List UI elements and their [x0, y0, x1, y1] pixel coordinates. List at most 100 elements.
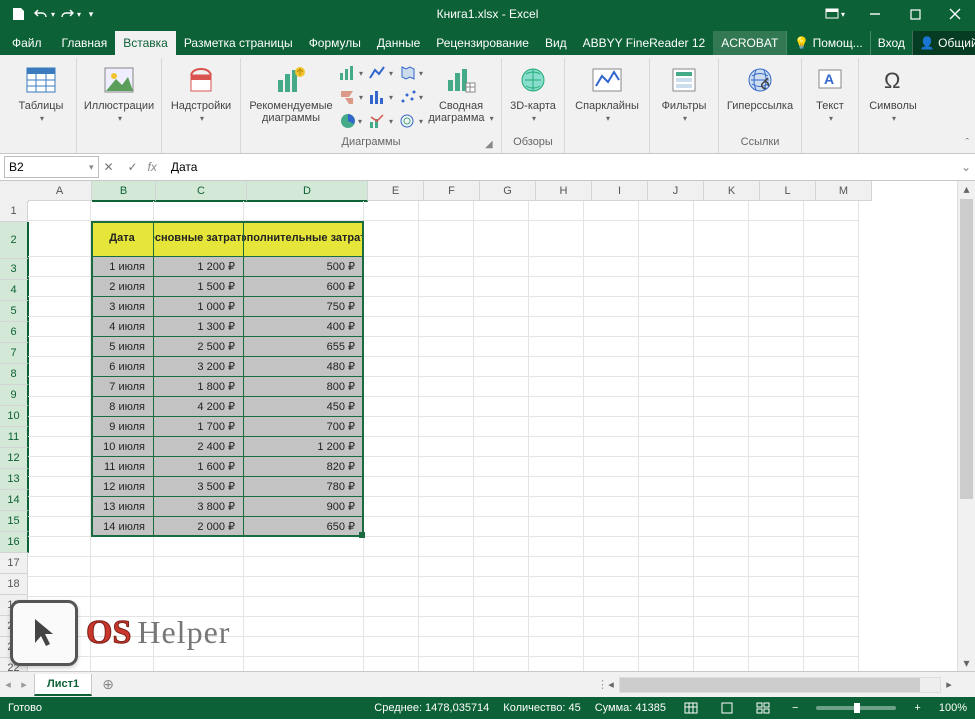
- cell[interactable]: [584, 437, 639, 457]
- cell[interactable]: [639, 297, 694, 317]
- cell[interactable]: [639, 357, 694, 377]
- cell[interactable]: [364, 257, 419, 277]
- cell[interactable]: [91, 577, 154, 597]
- vertical-scroll-thumb[interactable]: [960, 199, 973, 499]
- cell[interactable]: [419, 417, 474, 437]
- symbols-button[interactable]: Ω Символы▾: [865, 60, 921, 136]
- cell[interactable]: 1 800 ₽: [154, 377, 244, 397]
- cell[interactable]: [244, 577, 364, 597]
- cell[interactable]: [419, 637, 474, 657]
- cell[interactable]: [529, 357, 584, 377]
- cell[interactable]: [749, 357, 804, 377]
- cell[interactable]: [804, 557, 859, 577]
- cell[interactable]: [28, 437, 91, 457]
- zoom-out-button[interactable]: −: [788, 702, 802, 714]
- column-header-I[interactable]: I: [592, 181, 648, 201]
- cell[interactable]: [474, 397, 529, 417]
- cell[interactable]: [474, 417, 529, 437]
- column-header-M[interactable]: M: [816, 181, 872, 201]
- row-header-4[interactable]: 4: [0, 280, 29, 301]
- cell[interactable]: [639, 277, 694, 297]
- cell[interactable]: [584, 357, 639, 377]
- cell[interactable]: [474, 201, 529, 221]
- cell[interactable]: [419, 257, 474, 277]
- maximize-button[interactable]: [895, 0, 935, 28]
- cell[interactable]: [694, 617, 749, 637]
- cell[interactable]: [244, 637, 364, 657]
- cell[interactable]: [639, 317, 694, 337]
- cell[interactable]: [474, 517, 529, 537]
- cell[interactable]: [529, 201, 584, 221]
- cell[interactable]: [529, 457, 584, 477]
- cell[interactable]: [474, 617, 529, 637]
- cell[interactable]: 2 500 ₽: [154, 337, 244, 357]
- cell[interactable]: [91, 657, 154, 671]
- line-chart-button[interactable]: ▾: [367, 62, 395, 84]
- enter-formula-button[interactable]: ✓: [124, 160, 142, 174]
- cell[interactable]: [364, 557, 419, 577]
- cell[interactable]: [584, 537, 639, 557]
- cell[interactable]: [749, 377, 804, 397]
- cell[interactable]: [804, 221, 859, 257]
- cell[interactable]: [28, 277, 91, 297]
- cell[interactable]: [91, 537, 154, 557]
- charts-dialog-launcher[interactable]: ◢: [485, 139, 497, 151]
- cell[interactable]: [364, 577, 419, 597]
- cell[interactable]: 600 ₽: [244, 277, 364, 297]
- tab-home[interactable]: Главная: [54, 31, 116, 55]
- cell[interactable]: [419, 657, 474, 671]
- cell[interactable]: 13 июля: [91, 497, 154, 517]
- share-button[interactable]: 👤 Общий доступ: [912, 31, 975, 55]
- cell[interactable]: 1 700 ₽: [154, 417, 244, 437]
- text-button[interactable]: A Текст▾: [808, 60, 852, 136]
- cell[interactable]: 4 200 ₽: [154, 397, 244, 417]
- cell[interactable]: [364, 457, 419, 477]
- cell[interactable]: [694, 277, 749, 297]
- tab-abbyy[interactable]: ABBYY FineReader 12: [575, 31, 714, 55]
- filters-button[interactable]: Фильтры▾: [656, 60, 712, 136]
- tab-page-layout[interactable]: Разметка страницы: [176, 31, 301, 55]
- cell[interactable]: [694, 457, 749, 477]
- hyperlink-button[interactable]: Гиперссылка: [725, 60, 795, 136]
- cell[interactable]: [749, 477, 804, 497]
- cell[interactable]: [419, 577, 474, 597]
- addins-button[interactable]: Надстройки▾: [168, 60, 234, 136]
- cell[interactable]: [474, 317, 529, 337]
- row-header-22[interactable]: 22: [0, 658, 28, 671]
- cell[interactable]: Дата: [91, 221, 154, 257]
- cell[interactable]: 750 ₽: [244, 297, 364, 317]
- cell[interactable]: Дополнительные затраты: [244, 221, 364, 257]
- row-header-19[interactable]: 19: [0, 595, 28, 616]
- cell[interactable]: [91, 201, 154, 221]
- cell[interactable]: [749, 317, 804, 337]
- cell[interactable]: [154, 537, 244, 557]
- combo-chart-button[interactable]: ▾: [367, 110, 395, 132]
- row-header-14[interactable]: 14: [0, 490, 29, 511]
- cell[interactable]: [419, 497, 474, 517]
- cell[interactable]: [749, 617, 804, 637]
- cell[interactable]: [639, 557, 694, 577]
- tab-review[interactable]: Рецензирование: [428, 31, 537, 55]
- cell[interactable]: [474, 357, 529, 377]
- cell[interactable]: [804, 617, 859, 637]
- cell[interactable]: [749, 257, 804, 277]
- cell[interactable]: [749, 457, 804, 477]
- surface-chart-button[interactable]: ▾: [397, 110, 425, 132]
- scroll-down-button[interactable]: ▾: [958, 655, 975, 671]
- map-chart-button[interactable]: ▾: [397, 62, 425, 84]
- cell[interactable]: [694, 397, 749, 417]
- cell[interactable]: [804, 417, 859, 437]
- cell[interactable]: [584, 617, 639, 637]
- cell[interactable]: [244, 617, 364, 637]
- cell[interactable]: [804, 517, 859, 537]
- cell[interactable]: [529, 437, 584, 457]
- cell[interactable]: [364, 337, 419, 357]
- cell[interactable]: [91, 597, 154, 617]
- cell[interactable]: [529, 297, 584, 317]
- cell[interactable]: [639, 221, 694, 257]
- cell[interactable]: [584, 257, 639, 277]
- undo-button[interactable]: ▾: [32, 3, 56, 25]
- normal-view-button[interactable]: [680, 700, 702, 716]
- tables-button[interactable]: Таблицы▾: [12, 60, 70, 136]
- cell[interactable]: [28, 577, 91, 597]
